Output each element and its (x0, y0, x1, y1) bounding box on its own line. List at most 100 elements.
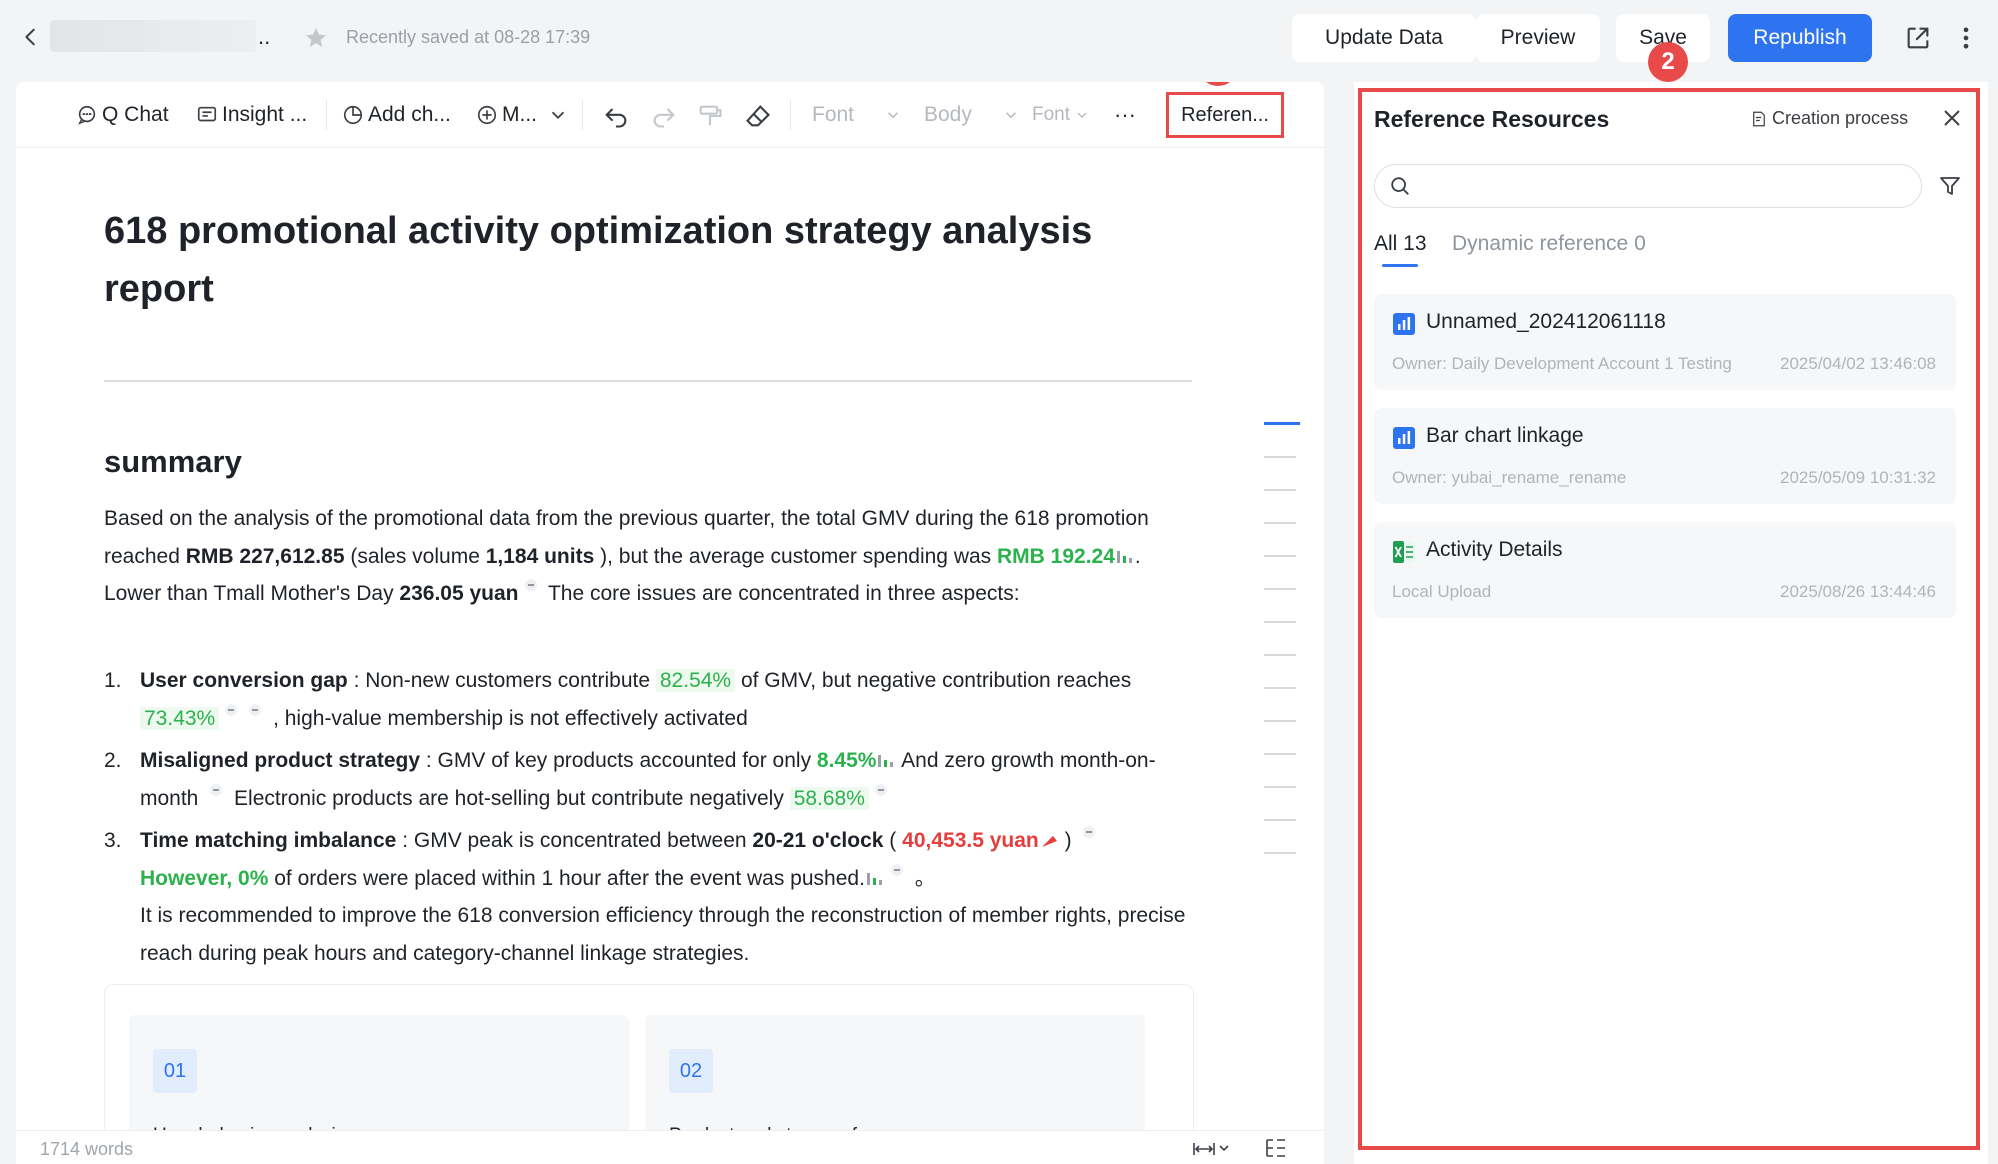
insight-tool[interactable]: Insight ... (196, 100, 307, 130)
document-title[interactable]: 618 promotional activity optimization st… (104, 202, 1194, 318)
back-arrow-icon[interactable] (20, 26, 42, 48)
outline-marker[interactable] (1264, 687, 1296, 689)
chart-icon (1393, 313, 1415, 335)
outline-marker-active[interactable] (1264, 422, 1300, 425)
text-run: ), but the average customer spending was (594, 544, 998, 568)
annotation-badge-2: 2 (1648, 42, 1688, 82)
text-run: (sales volume (344, 544, 486, 568)
time-value: 20-21 o'clock (752, 829, 884, 852)
plus-circle-icon (477, 105, 497, 125)
add-chart-tool[interactable]: Add ch... (342, 100, 451, 130)
outline-marker[interactable] (1264, 555, 1296, 557)
active-tab-indicator (1382, 264, 1418, 267)
outline-marker[interactable] (1264, 489, 1296, 491)
summary-paragraph[interactable]: Based on the analysis of the promotional… (104, 500, 1194, 613)
preview-button[interactable]: Preview (1476, 14, 1600, 62)
resource-owner: Local Upload (1392, 582, 1492, 601)
reference-link-icon[interactable] (873, 783, 889, 797)
chevron-down-icon (888, 112, 899, 119)
open-external-icon[interactable] (1904, 24, 1932, 52)
resource-name: Unnamed_202412061118 (1426, 310, 1666, 333)
reference-button[interactable]: Referen... (1166, 92, 1284, 138)
resource-item[interactable]: Bar chart linkage Owner: yubai_rename_re… (1374, 408, 1956, 504)
card-number: 01 (153, 1049, 197, 1093)
text-run: ( (883, 829, 903, 852)
summary-heading[interactable]: summary (104, 444, 242, 480)
toolbar-separator (790, 100, 791, 130)
undo-icon[interactable] (602, 102, 630, 130)
outline-marker[interactable] (1264, 621, 1296, 623)
text-run: of orders were placed within 1 hour afte… (268, 866, 865, 890)
list-item[interactable]: 1. User conversion gap : Non-new custome… (104, 662, 1194, 737)
chart-icon (1393, 427, 1415, 449)
resource-item[interactable]: Activity Details Local Upload 2025/08/26… (1374, 522, 1956, 618)
tab-all[interactable]: All 13 (1374, 232, 1427, 256)
reference-link-icon[interactable] (208, 783, 224, 797)
outline-marker[interactable] (1264, 588, 1296, 590)
resource-item[interactable]: Unnamed_202412061118 Owner: Daily Develo… (1374, 294, 1956, 390)
text-run: of GMV, but negative contribution reache… (735, 669, 1132, 692)
q-chat-tool[interactable]: Q Chat (76, 100, 169, 130)
saved-status: Recently saved at 08-28 17:39 (346, 27, 591, 47)
list-item[interactable]: 3. Time matching imbalance : GMV peak is… (104, 822, 1194, 972)
outline-marker[interactable] (1264, 786, 1296, 788)
creation-process-button[interactable]: Creation process (1750, 108, 1908, 129)
percent-value: 58.68% (789, 786, 869, 810)
font-size-select[interactable]: Font (1032, 100, 1094, 130)
avg-spending-value: RMB 192.24 (997, 544, 1115, 568)
text-run: : GMV of key products accounted for only (420, 749, 817, 772)
more-vertical-icon[interactable] (1958, 24, 1974, 52)
outline-marker[interactable] (1264, 654, 1296, 656)
filter-icon[interactable] (1938, 174, 1962, 198)
outline-marker[interactable] (1264, 522, 1296, 524)
font-select[interactable]: Font (812, 100, 906, 130)
chat-icon (78, 105, 96, 125)
percent-value: 82.54% (655, 669, 736, 692)
paragraph-style-select[interactable]: Body (924, 100, 1024, 130)
gmv-value: RMB 227,612.85 (185, 544, 345, 568)
outline-toggle-icon[interactable] (1264, 1137, 1288, 1159)
resource-date: 2025/05/09 10:31:32 (1780, 468, 1936, 487)
redo-icon[interactable] (650, 102, 678, 130)
more-insert-label: M... (502, 103, 537, 126)
list-lead: Misaligned product strategy (140, 749, 421, 772)
outline-marker[interactable] (1264, 720, 1296, 722)
recommendation-text: It is recommended to improve the 618 con… (140, 904, 1186, 965)
more-tools-button[interactable]: ··· (1114, 100, 1136, 130)
reference-link-icon[interactable] (223, 703, 239, 717)
list-number: 3. (104, 829, 122, 852)
outline-marker[interactable] (1264, 819, 1296, 821)
update-data-button[interactable]: Update Data (1292, 14, 1476, 62)
star-icon[interactable] (304, 26, 328, 50)
tab-dynamic-reference[interactable]: Dynamic reference 0 (1452, 232, 1646, 256)
mini-bar-chart-icon (866, 872, 882, 885)
reference-link-icon[interactable] (889, 863, 905, 877)
document-edit-icon (1753, 111, 1765, 126)
reference-link-icon[interactable] (1081, 825, 1097, 839)
reference-link-icon[interactable] (523, 578, 539, 592)
list-item[interactable]: 2. Misaligned product strategy : GMV of … (104, 742, 1194, 817)
text-run: Electronic products are hot-selling but … (228, 786, 790, 810)
text-run: , high-value membership is not effective… (267, 706, 748, 730)
outline-marker[interactable] (1264, 852, 1296, 854)
insight-label: Insight ... (222, 103, 308, 126)
resource-name: Bar chart linkage (1426, 424, 1584, 447)
outline-marker[interactable] (1264, 753, 1296, 755)
outline-marker[interactable] (1264, 456, 1296, 458)
eraser-icon[interactable] (744, 102, 772, 130)
resource-search-input[interactable] (1374, 164, 1922, 208)
search-icon (1391, 177, 1409, 195)
flag-icon (1041, 836, 1057, 848)
reference-link-icon[interactable] (247, 703, 263, 717)
chevron-down-icon (1077, 112, 1087, 118)
card-number: 02 (669, 1049, 713, 1093)
more-insert-tool[interactable]: M... (476, 100, 573, 130)
document-title-blurred[interactable] (50, 20, 256, 52)
format-painter-icon[interactable] (696, 102, 724, 130)
close-icon[interactable] (1940, 106, 1964, 130)
list-number: 1. (104, 669, 122, 692)
add-chart-label: Add ch... (368, 103, 451, 126)
units-value: 1,184 units (485, 544, 595, 568)
republish-button[interactable]: Republish (1728, 14, 1872, 62)
width-toggle-icon[interactable] (1192, 1139, 1232, 1159)
